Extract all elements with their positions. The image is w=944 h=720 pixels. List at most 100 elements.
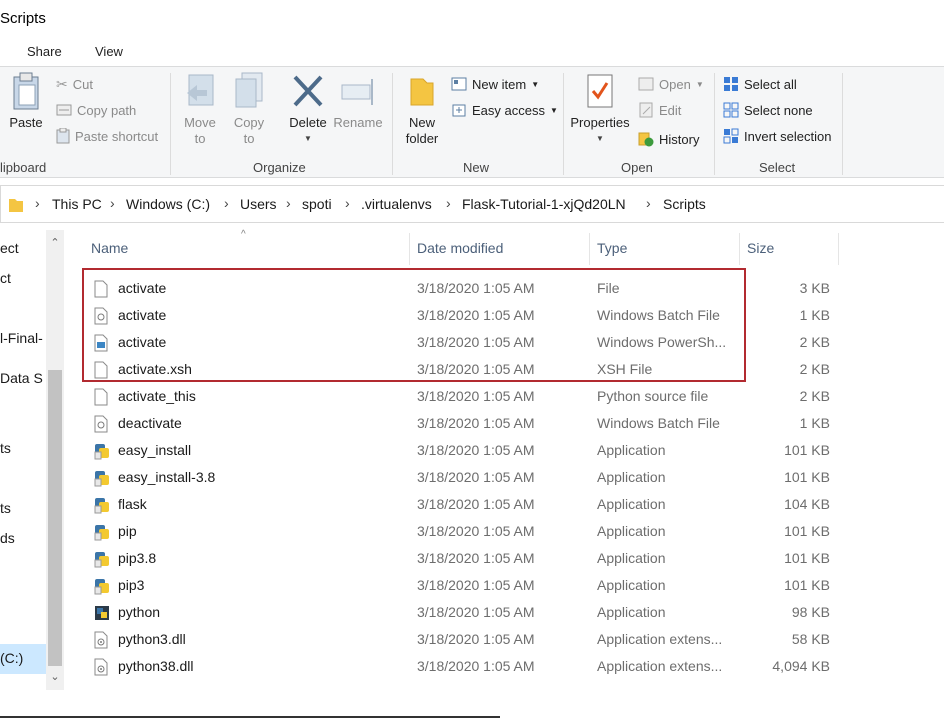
delete-button[interactable]: Delete ▼ xyxy=(286,71,330,147)
nav-item[interactable]: Data S xyxy=(0,370,43,386)
column-header-size[interactable]: Size xyxy=(747,240,774,256)
breadcrumb-separator-icon[interactable]: › xyxy=(446,195,451,211)
nav-item[interactable]: ct xyxy=(0,270,11,286)
edit-label: Edit xyxy=(659,102,682,118)
select-none-icon xyxy=(723,102,739,118)
file-row[interactable]: easy_install 3/18/2020 1:05 AM Application… xyxy=(82,436,842,463)
breadcrumb-flask-tutorial[interactable]: Flask-Tutorial-1-xjQd20LN xyxy=(462,196,626,212)
window-title: Scripts xyxy=(0,10,46,27)
open-icon xyxy=(638,77,654,91)
select-none-button[interactable]: Select none xyxy=(723,99,813,121)
file-date: 3/18/2020 1:05 AM xyxy=(417,442,535,458)
breadcrumb-windows-c[interactable]: Windows (C:) xyxy=(126,196,210,212)
column-divider[interactable] xyxy=(409,233,410,265)
column-header-type[interactable]: Type xyxy=(597,240,627,256)
column-divider[interactable] xyxy=(838,233,839,265)
file-row[interactable]: pip3 3/18/2020 1:05 AM Application 101 KB xyxy=(82,571,842,598)
easy-access-button[interactable]: Easy access ▼ xyxy=(451,99,558,121)
file-size: 2 KB xyxy=(799,361,830,377)
rename-button[interactable]: Rename xyxy=(333,71,383,131)
file-row[interactable]: flask 3/18/2020 1:05 AM Application 104 KB xyxy=(82,490,842,517)
rename-icon xyxy=(341,79,373,105)
nav-item-windows-c[interactable]: (C:) xyxy=(0,650,23,666)
annotation-highlight-box xyxy=(82,268,746,382)
file-type: Application xyxy=(597,469,666,485)
paste-icon xyxy=(13,72,39,110)
file-type: Windows Batch File xyxy=(597,415,720,431)
column-header-date[interactable]: Date modified xyxy=(417,240,503,256)
file-row[interactable]: python38.dll 3/18/2020 1:05 AM Application… xyxy=(82,652,842,679)
nav-item[interactable]: ect xyxy=(0,240,19,256)
file-row[interactable]: deactivate 3/18/2020 1:05 AM Windows Batch… xyxy=(82,409,842,436)
file-row[interactable]: python 3/18/2020 1:05 AM Application 98 KB xyxy=(82,598,842,625)
copy-to-button[interactable]: Copy to xyxy=(229,71,269,147)
breadcrumb-this-pc[interactable]: This PC xyxy=(52,196,102,212)
file-type: Application xyxy=(597,604,666,620)
new-item-label: New item xyxy=(472,76,527,92)
file-type: Python source file xyxy=(597,388,709,404)
properties-button[interactable]: Properties ▼ xyxy=(568,71,632,147)
ribbon-divider xyxy=(842,73,843,175)
file-row[interactable]: activate_this 3/18/2020 1:05 AM Python sou… xyxy=(82,382,842,409)
scrollbar-thumb[interactable] xyxy=(48,370,62,666)
file-size: 101 KB xyxy=(784,550,830,566)
tab-share[interactable]: Share xyxy=(27,44,62,59)
invert-selection-button[interactable]: Invert selection xyxy=(723,125,831,147)
column-divider[interactable] xyxy=(739,233,740,265)
cut-button[interactable]: ✂ Cut xyxy=(56,73,93,95)
copy-path-button[interactable]: Copy path xyxy=(56,99,136,121)
invert-selection-icon xyxy=(723,128,739,144)
new-item-button[interactable]: New item ▼ xyxy=(451,73,539,95)
file-name: python xyxy=(118,604,161,620)
ribbon-divider xyxy=(714,73,715,175)
select-all-button[interactable]: Select all xyxy=(723,73,797,95)
breadcrumb-separator-icon[interactable]: › xyxy=(286,195,291,211)
ribbon-divider xyxy=(392,73,393,175)
nav-scrollbar[interactable]: ⌃ ⌄ xyxy=(46,230,64,690)
file-row[interactable]: easy_install-3.8 3/18/2020 1:05 AM Applica… xyxy=(82,463,842,490)
tab-view[interactable]: View xyxy=(95,44,123,59)
nav-item[interactable]: ts xyxy=(0,440,11,456)
file-date: 3/18/2020 1:05 AM xyxy=(417,550,535,566)
python-app-icon xyxy=(94,469,110,487)
properties-dropdown-icon[interactable]: ▼ xyxy=(568,131,632,147)
paste-shortcut-button[interactable]: Paste shortcut xyxy=(56,125,158,147)
organize-group-label: Organize xyxy=(253,160,306,175)
delete-dropdown-icon[interactable]: ▼ xyxy=(286,131,330,147)
file-type: Application extens... xyxy=(597,631,723,647)
breadcrumb-scripts[interactable]: Scripts xyxy=(663,196,706,212)
nav-item[interactable]: l-Final- xyxy=(0,330,43,346)
column-divider[interactable] xyxy=(589,233,590,265)
nav-item[interactable]: ds xyxy=(0,530,15,546)
breadcrumb-separator-icon[interactable]: › xyxy=(224,195,229,211)
paste-button[interactable]: Paste xyxy=(6,71,46,131)
open-button[interactable]: Open ▼ xyxy=(638,73,704,95)
breadcrumb-users[interactable]: Users xyxy=(240,196,277,212)
breadcrumb-virtualenvs[interactable]: .virtualenvs xyxy=(361,196,432,212)
breadcrumb-separator-icon[interactable]: › xyxy=(110,195,115,211)
new-folder-button[interactable]: New folder xyxy=(400,71,444,147)
address-bar[interactable]: › This PC › Windows (C:) › Users › spoti… xyxy=(0,185,944,223)
edit-button[interactable]: Edit xyxy=(638,99,681,121)
history-button[interactable]: History xyxy=(638,128,699,150)
new-item-icon xyxy=(451,77,467,91)
file-row[interactable]: python3.dll 3/18/2020 1:05 AM Application … xyxy=(82,625,842,652)
dll-file-icon xyxy=(94,658,110,676)
file-row[interactable]: pip3.8 3/18/2020 1:05 AM Application 101 KB xyxy=(82,544,842,571)
file-size: 104 KB xyxy=(784,496,830,512)
scroll-up-icon[interactable]: ⌃ xyxy=(46,234,64,252)
file-date: 3/18/2020 1:05 AM xyxy=(417,415,535,431)
copy-path-icon xyxy=(56,104,72,116)
move-to-button[interactable]: Move to xyxy=(180,71,220,147)
nav-item[interactable]: ts xyxy=(0,500,11,516)
scroll-down-icon[interactable]: ⌄ xyxy=(46,668,64,686)
breadcrumb-spoti[interactable]: spoti xyxy=(302,196,332,212)
column-header-name[interactable]: Name xyxy=(91,240,128,256)
file-date: 3/18/2020 1:05 AM xyxy=(417,631,535,647)
ribbon: Paste ✂ Cut Copy path Paste shortcut lip… xyxy=(0,66,944,178)
breadcrumb-separator-icon[interactable]: › xyxy=(345,195,350,211)
ribbon-divider xyxy=(170,73,171,175)
file-row[interactable]: pip 3/18/2020 1:05 AM Application 101 KB xyxy=(82,517,842,544)
breadcrumb-separator-icon[interactable]: › xyxy=(646,195,651,211)
file-name: flask xyxy=(118,496,147,512)
